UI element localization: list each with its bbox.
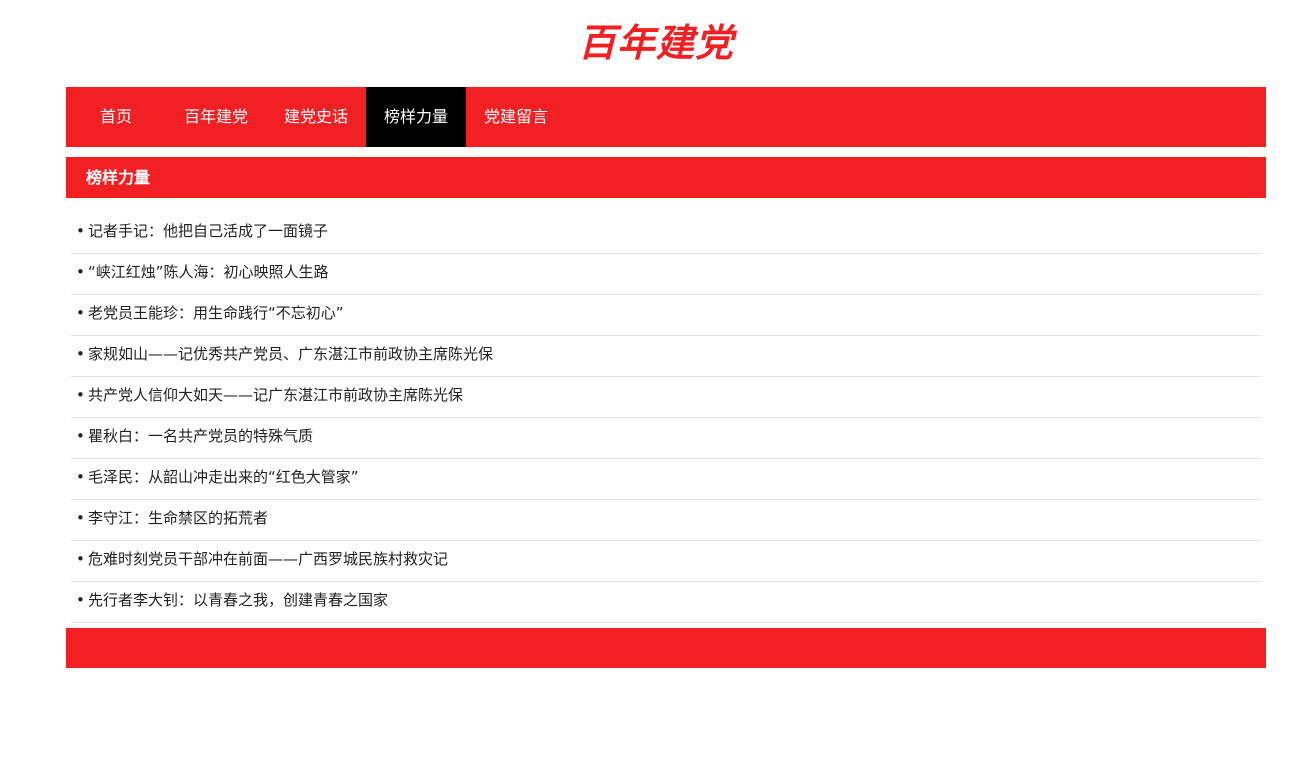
list-item: • 先行者李大钊：以青春之我，创建青春之国家 xyxy=(71,582,1261,623)
main-nav: 首页 百年建党 建党史话 榜样力量 党建留言 xyxy=(66,87,1266,147)
list-item: • 李守江：生命禁区的拓荒者 xyxy=(71,500,1261,541)
list-item: • 瞿秋白：一名共产党员的特殊气质 xyxy=(71,418,1261,459)
article-link[interactable]: 记者手记：他把自己活成了一面镜子 xyxy=(88,221,328,241)
article-link[interactable]: 瞿秋白：一名共产党员的特殊气质 xyxy=(88,426,313,446)
article-list: • 记者手记：他把自己活成了一面镜子 • “峡江红烛”陈人海：初心映照人生路 •… xyxy=(71,213,1261,623)
bullet-icon: • xyxy=(76,550,85,568)
article-link[interactable]: 李守江：生命禁区的拓荒者 xyxy=(88,508,268,528)
article-link[interactable]: “峡江红烛”陈人海：初心映照人生路 xyxy=(88,262,329,282)
nav-item-centennial[interactable]: 百年建党 xyxy=(166,87,266,147)
bullet-icon: • xyxy=(76,386,85,404)
bullet-icon: • xyxy=(76,263,85,281)
article-link[interactable]: 先行者李大钊：以青春之我，创建青春之国家 xyxy=(88,590,388,610)
site-header: 百年建党 xyxy=(0,0,1311,87)
list-item: • “峡江红烛”陈人海：初心映照人生路 xyxy=(71,254,1261,295)
article-link[interactable]: 危难时刻党员干部冲在前面——广西罗城民族村救灾记 xyxy=(88,549,448,569)
bullet-icon: • xyxy=(76,427,85,445)
list-item: • 毛泽民：从韶山冲走出来的“红色大管家” xyxy=(71,459,1261,500)
list-item: • 老党员王能珍：用生命践行“不忘初心” xyxy=(71,295,1261,336)
site-logo[interactable]: 百年建党 xyxy=(578,20,734,66)
bullet-icon: • xyxy=(76,468,85,486)
nav-item-messages[interactable]: 党建留言 xyxy=(466,87,566,147)
bullet-icon: • xyxy=(76,509,85,527)
section-header: 榜样力量 xyxy=(66,157,1266,198)
article-link[interactable]: 家规如山——记优秀共产党员、广东湛江市前政协主席陈光保 xyxy=(88,344,493,364)
list-item: • 共产党人信仰大如天——记广东湛江市前政协主席陈光保 xyxy=(71,377,1261,418)
bullet-icon: • xyxy=(76,222,85,240)
article-link[interactable]: 毛泽民：从韶山冲走出来的“红色大管家” xyxy=(88,467,359,487)
list-item: • 家规如山——记优秀共产党员、广东湛江市前政协主席陈光保 xyxy=(71,336,1261,377)
bullet-icon: • xyxy=(76,591,85,609)
article-link[interactable]: 共产党人信仰大如天——记广东湛江市前政协主席陈光保 xyxy=(88,385,463,405)
article-link[interactable]: 老党员王能珍：用生命践行“不忘初心” xyxy=(88,303,344,323)
section-title: 榜样力量 xyxy=(86,168,151,187)
nav-item-party-history[interactable]: 建党史话 xyxy=(266,87,366,147)
bullet-icon: • xyxy=(76,345,85,363)
list-item: • 记者手记：他把自己活成了一面镜子 xyxy=(71,213,1261,254)
bullet-icon: • xyxy=(76,304,85,322)
list-item: • 危难时刻党员干部冲在前面——广西罗城民族村救灾记 xyxy=(71,541,1261,582)
nav-item-role-models[interactable]: 榜样力量 xyxy=(366,87,466,147)
nav-item-home[interactable]: 首页 xyxy=(66,87,166,147)
footer-bar xyxy=(66,628,1266,668)
